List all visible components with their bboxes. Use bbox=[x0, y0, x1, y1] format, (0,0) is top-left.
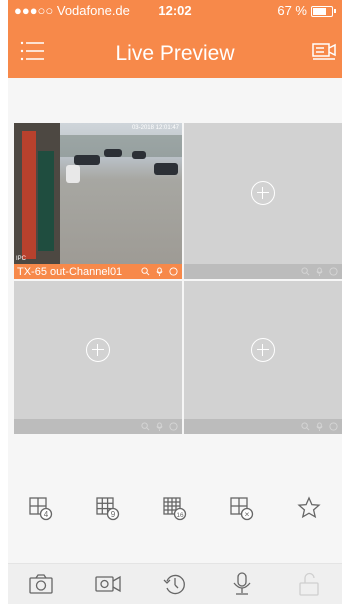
battery-indicator: 67 % bbox=[277, 0, 336, 22]
device-list-icon[interactable] bbox=[312, 40, 336, 62]
audio-icon[interactable] bbox=[315, 267, 324, 276]
battery-icon bbox=[311, 5, 333, 17]
svg-text:16: 16 bbox=[176, 512, 184, 519]
split-9-icon[interactable]: 9 bbox=[95, 495, 121, 521]
battery-percent: 67 % bbox=[277, 3, 307, 18]
battery-tip-icon bbox=[334, 9, 336, 13]
header: ●●●○○ Vodafone.de 12:02 67 % Live Previe… bbox=[8, 0, 342, 78]
video-timestamp: 03-2018 12:01:47 bbox=[131, 125, 179, 131]
video-cell-3[interactable] bbox=[14, 281, 182, 434]
plus-circle-icon[interactable] bbox=[251, 337, 275, 362]
zoom-icon[interactable] bbox=[301, 422, 310, 431]
bottom-toolbar bbox=[8, 563, 342, 604]
live-view-grid: 03-2018 12:01:47 IPC TX-65 out-Channel01 bbox=[14, 123, 342, 434]
status-bar: ●●●○○ Vodafone.de 12:02 67 % bbox=[8, 0, 342, 22]
playback-icon[interactable] bbox=[162, 571, 188, 597]
live-video-frame[interactable]: 03-2018 12:01:47 IPC bbox=[14, 123, 182, 264]
channel-bar bbox=[184, 264, 342, 279]
video-cell-4[interactable] bbox=[184, 281, 342, 434]
audio-icon[interactable] bbox=[155, 422, 164, 431]
record-video-icon[interactable] bbox=[95, 571, 121, 597]
favorite-star-icon[interactable] bbox=[296, 495, 322, 521]
svg-text:9: 9 bbox=[111, 510, 116, 519]
close-channel-icon[interactable] bbox=[329, 267, 338, 276]
close-all-icon[interactable]: × bbox=[229, 495, 255, 521]
plus-circle-icon[interactable] bbox=[251, 181, 275, 205]
close-channel-icon[interactable] bbox=[169, 422, 178, 431]
split-16-icon[interactable]: 16 bbox=[162, 495, 188, 521]
zoom-icon[interactable] bbox=[141, 267, 150, 276]
zoom-icon[interactable] bbox=[301, 267, 310, 276]
channel-name: TX-65 out-Channel01 bbox=[17, 265, 123, 278]
channel-bar bbox=[184, 419, 342, 434]
app-frame: ●●●○○ Vodafone.de 12:02 67 % Live Previe… bbox=[8, 0, 342, 604]
close-channel-icon[interactable] bbox=[329, 422, 338, 431]
zoom-icon[interactable] bbox=[141, 422, 150, 431]
split-toolbar: 4 9 16 × bbox=[8, 488, 342, 528]
snapshot-camera-icon[interactable] bbox=[28, 571, 54, 597]
channel-bar-active: TX-65 out-Channel01 bbox=[14, 264, 182, 279]
svg-text:×: × bbox=[244, 509, 249, 519]
unlock-icon[interactable] bbox=[296, 571, 322, 597]
audio-icon[interactable] bbox=[315, 422, 324, 431]
microphone-icon[interactable] bbox=[229, 571, 255, 597]
video-overlay-label: IPC bbox=[16, 256, 27, 262]
audio-icon[interactable] bbox=[155, 267, 164, 276]
page-title: Live Preview bbox=[115, 42, 235, 65]
split-4-icon[interactable]: 4 bbox=[28, 495, 54, 521]
close-channel-icon[interactable] bbox=[169, 267, 178, 276]
video-cell-1[interactable]: 03-2018 12:01:47 IPC TX-65 out-Channel01 bbox=[14, 123, 182, 279]
navigation-bar: Live Preview bbox=[8, 30, 342, 76]
svg-text:4: 4 bbox=[44, 510, 49, 519]
channel-bar bbox=[14, 419, 182, 434]
video-cell-2[interactable] bbox=[184, 123, 342, 279]
plus-circle-icon[interactable] bbox=[86, 337, 110, 362]
